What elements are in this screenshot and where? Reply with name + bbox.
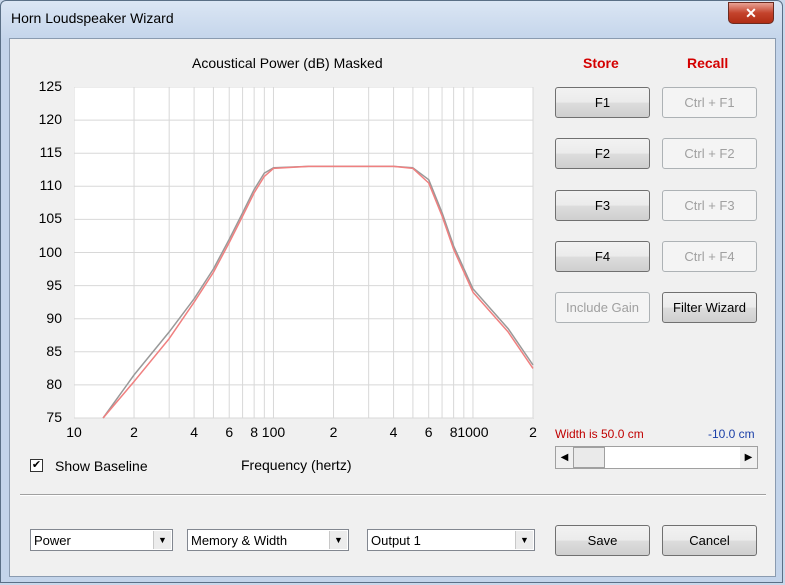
recall-f4-button[interactable]: Ctrl + F4 bbox=[662, 241, 757, 272]
y-tick-label: 75 bbox=[46, 409, 62, 425]
include-gain-button[interactable]: Include Gain bbox=[555, 292, 650, 323]
x-tick-label: 100 bbox=[261, 424, 286, 440]
output-dropdown-value: Output 1 bbox=[371, 533, 421, 548]
x-tick-label: 2 bbox=[529, 424, 537, 440]
chevron-down-icon[interactable]: ▼ bbox=[515, 531, 533, 549]
scroll-left-arrow-icon[interactable]: ◀ bbox=[556, 447, 573, 468]
recall-heading: Recall bbox=[687, 55, 729, 71]
y-tick-label: 105 bbox=[38, 210, 62, 227]
y-tick-label: 125 bbox=[38, 78, 62, 94]
title-bar[interactable]: Horn Loudspeaker Wizard ✕ bbox=[1, 1, 782, 35]
save-button[interactable]: Save bbox=[555, 525, 650, 556]
output-dropdown[interactable]: Output 1 ▼ bbox=[367, 529, 535, 551]
dialog-window: Horn Loudspeaker Wizard ✕ Acoustical Pow… bbox=[0, 0, 783, 583]
recall-f1-button[interactable]: Ctrl + F1 bbox=[662, 87, 757, 118]
y-tick-label: 100 bbox=[38, 243, 62, 260]
filter-wizard-button[interactable]: Filter Wizard bbox=[662, 292, 757, 323]
store-f4-button[interactable]: F4 bbox=[555, 241, 650, 272]
slider-thumb[interactable] bbox=[573, 447, 605, 468]
y-tick-label: 120 bbox=[38, 111, 62, 128]
client-area: Acoustical Power (dB) Masked 75 80 85 90 95 1… bbox=[9, 38, 776, 577]
show-baseline-checkbox[interactable]: ✔ bbox=[30, 459, 43, 472]
close-button[interactable]: ✕ bbox=[728, 2, 774, 24]
recall-f3-button[interactable]: Ctrl + F3 bbox=[662, 190, 757, 221]
mode-dropdown-value: Power bbox=[34, 533, 71, 548]
mode-dropdown[interactable]: Power ▼ bbox=[30, 529, 173, 551]
chevron-down-icon[interactable]: ▼ bbox=[329, 531, 347, 549]
memory-dropdown[interactable]: Memory & Width ▼ bbox=[187, 529, 349, 551]
x-axis-label: Frequency (hertz) bbox=[241, 457, 352, 473]
y-tick-label: 85 bbox=[46, 342, 62, 359]
x-tick-label: 2 bbox=[130, 424, 138, 440]
y-tick-label: 115 bbox=[39, 144, 62, 161]
separator bbox=[20, 494, 766, 496]
frequency-response-chart bbox=[74, 87, 534, 419]
store-f2-button[interactable]: F2 bbox=[555, 138, 650, 169]
x-tick-label: 10 bbox=[66, 424, 82, 440]
chart-title: Acoustical Power (dB) Masked bbox=[192, 55, 383, 71]
x-tick-label: 4 bbox=[389, 424, 398, 440]
x-tick-label: 1000 bbox=[457, 424, 489, 440]
y-tick-label: 80 bbox=[46, 375, 62, 392]
checkmark-icon: ✔ bbox=[31, 459, 42, 471]
show-baseline-label[interactable]: Show Baseline bbox=[55, 458, 148, 474]
memory-dropdown-value: Memory & Width bbox=[191, 533, 288, 548]
x-tick-label: 4 bbox=[190, 424, 198, 440]
window-title: Horn Loudspeaker Wizard bbox=[11, 10, 174, 26]
x-tick-label: 2 bbox=[329, 424, 338, 440]
width-readout: Width is 50.0 cm bbox=[555, 427, 644, 441]
store-f1-button[interactable]: F1 bbox=[555, 87, 650, 118]
width-slider[interactable]: ◀ ▶ bbox=[555, 446, 758, 469]
store-f3-button[interactable]: F3 bbox=[555, 190, 650, 221]
y-tick-label: 95 bbox=[46, 276, 62, 293]
offset-readout: -10.0 cm bbox=[708, 427, 755, 441]
chevron-down-icon[interactable]: ▼ bbox=[153, 531, 171, 549]
y-tick-label: 90 bbox=[46, 309, 62, 326]
scroll-right-arrow-icon[interactable]: ▶ bbox=[740, 447, 757, 468]
y-tick-label: 110 bbox=[39, 177, 62, 194]
recall-f2-button[interactable]: Ctrl + F2 bbox=[662, 138, 757, 169]
store-heading: Store bbox=[583, 55, 619, 71]
cancel-button[interactable]: Cancel bbox=[662, 525, 757, 556]
